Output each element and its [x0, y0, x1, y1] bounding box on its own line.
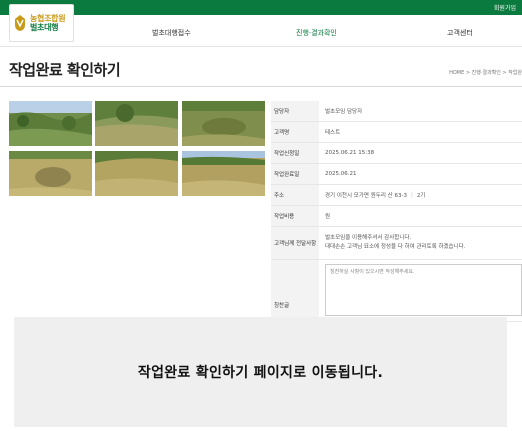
page-title: 작업완료 확인하기: [9, 61, 121, 79]
nav-item-apply[interactable]: 벌초대행접수: [152, 28, 191, 38]
logo-line1: 농협조합원: [30, 14, 66, 23]
detail-row-message: 고객님께 전달사항 벌초모임을 이용해주셔서 감사합니다. 대대손손 고객님 묘…: [271, 227, 522, 260]
message-line-1: 벌초모임을 이용해주셔서 감사합니다.: [325, 235, 412, 241]
cost-value: 원: [325, 214, 331, 220]
address-separator: |: [410, 192, 413, 198]
detail-row-customer: 고객명 테스트: [271, 122, 522, 143]
work-photo-1[interactable]: [9, 101, 92, 146]
join-link[interactable]: 회원가입: [494, 3, 516, 12]
detail-row-cost: 작업비용 원: [271, 206, 522, 227]
header-divider: [0, 46, 522, 47]
logo[interactable]: 농협조합원 벌초대행: [9, 4, 74, 42]
cost-label: 작업비용: [271, 206, 319, 226]
praise-textarea[interactable]: 칭찬하실 사항이 있으시면 작성해주세요.: [325, 264, 522, 316]
complete-date-value: 2025.06.21: [325, 171, 357, 177]
request-date-label: 작업신청일: [271, 143, 319, 163]
detail-row-memo: 칭찬글 칭찬하실 사항이 있으시면 작성해주세요.: [271, 260, 522, 322]
request-date-value: 2025.06.21 15:38: [325, 150, 375, 156]
message-value: 벌초모임을 이용해주셔서 감사합니다. 대대손손 고객님 묘소에 정성을 다 하…: [319, 227, 522, 259]
complete-date-label: 작업완료일: [271, 164, 319, 184]
work-photo-4[interactable]: [9, 151, 92, 196]
redirect-message: 작업완료 확인하기 페이지로 이동됩니다.: [137, 365, 384, 381]
manager-label: 담당자: [271, 101, 319, 121]
nav-item-support[interactable]: 고객센터: [447, 28, 473, 38]
work-photo-2[interactable]: [95, 101, 178, 146]
customer-value: 테스트: [325, 130, 341, 136]
work-photo-3[interactable]: [182, 101, 265, 146]
nav-item-progress[interactable]: 진행·결과확인: [296, 28, 337, 38]
detail-row-address: 주소 경기 이천시 모가면 원두리 산 63-3 | 2기: [271, 185, 522, 206]
title-divider: [0, 86, 522, 87]
breadcrumb: HOME > 진행·결과확인 > 작업완: [449, 70, 522, 76]
work-photo-5[interactable]: [95, 151, 178, 196]
manager-value: 벌초모임 담당자: [325, 109, 363, 115]
work-detail-table: 담당자 벌초모임 담당자 고객명 테스트 작업신청일 2025.06.21 15…: [271, 101, 522, 322]
detail-row-request-date: 작업신청일 2025.06.21 15:38: [271, 143, 522, 164]
memo-label: 칭찬글: [271, 260, 319, 321]
redirect-notice: 작업완료 확인하기 페이지로 이동됩니다.: [14, 317, 507, 427]
message-line-2: 대대손손 고객님 묘소에 정성을 다 하여 관리토록 하겠습니다.: [325, 244, 466, 250]
grave-count: 2기: [416, 193, 426, 199]
photo-gallery: [9, 101, 265, 197]
logo-line2: 벌초대행: [30, 23, 59, 32]
message-label: 고객님께 전달사항: [271, 227, 319, 259]
work-photo-6[interactable]: [182, 151, 265, 196]
nh-logo-icon: [13, 14, 27, 32]
address-label: 주소: [271, 185, 319, 205]
address-value: 경기 이천시 모가면 원두리 산 63-3 | 2기: [319, 185, 522, 205]
customer-label: 고객명: [271, 122, 319, 142]
address-text: 경기 이천시 모가면 원두리 산 63-3: [325, 193, 407, 199]
detail-row-complete-date: 작업완료일 2025.06.21: [271, 164, 522, 185]
detail-row-manager: 담당자 벌초모임 담당자: [271, 101, 522, 122]
top-bar: 회원가입: [0, 0, 522, 15]
